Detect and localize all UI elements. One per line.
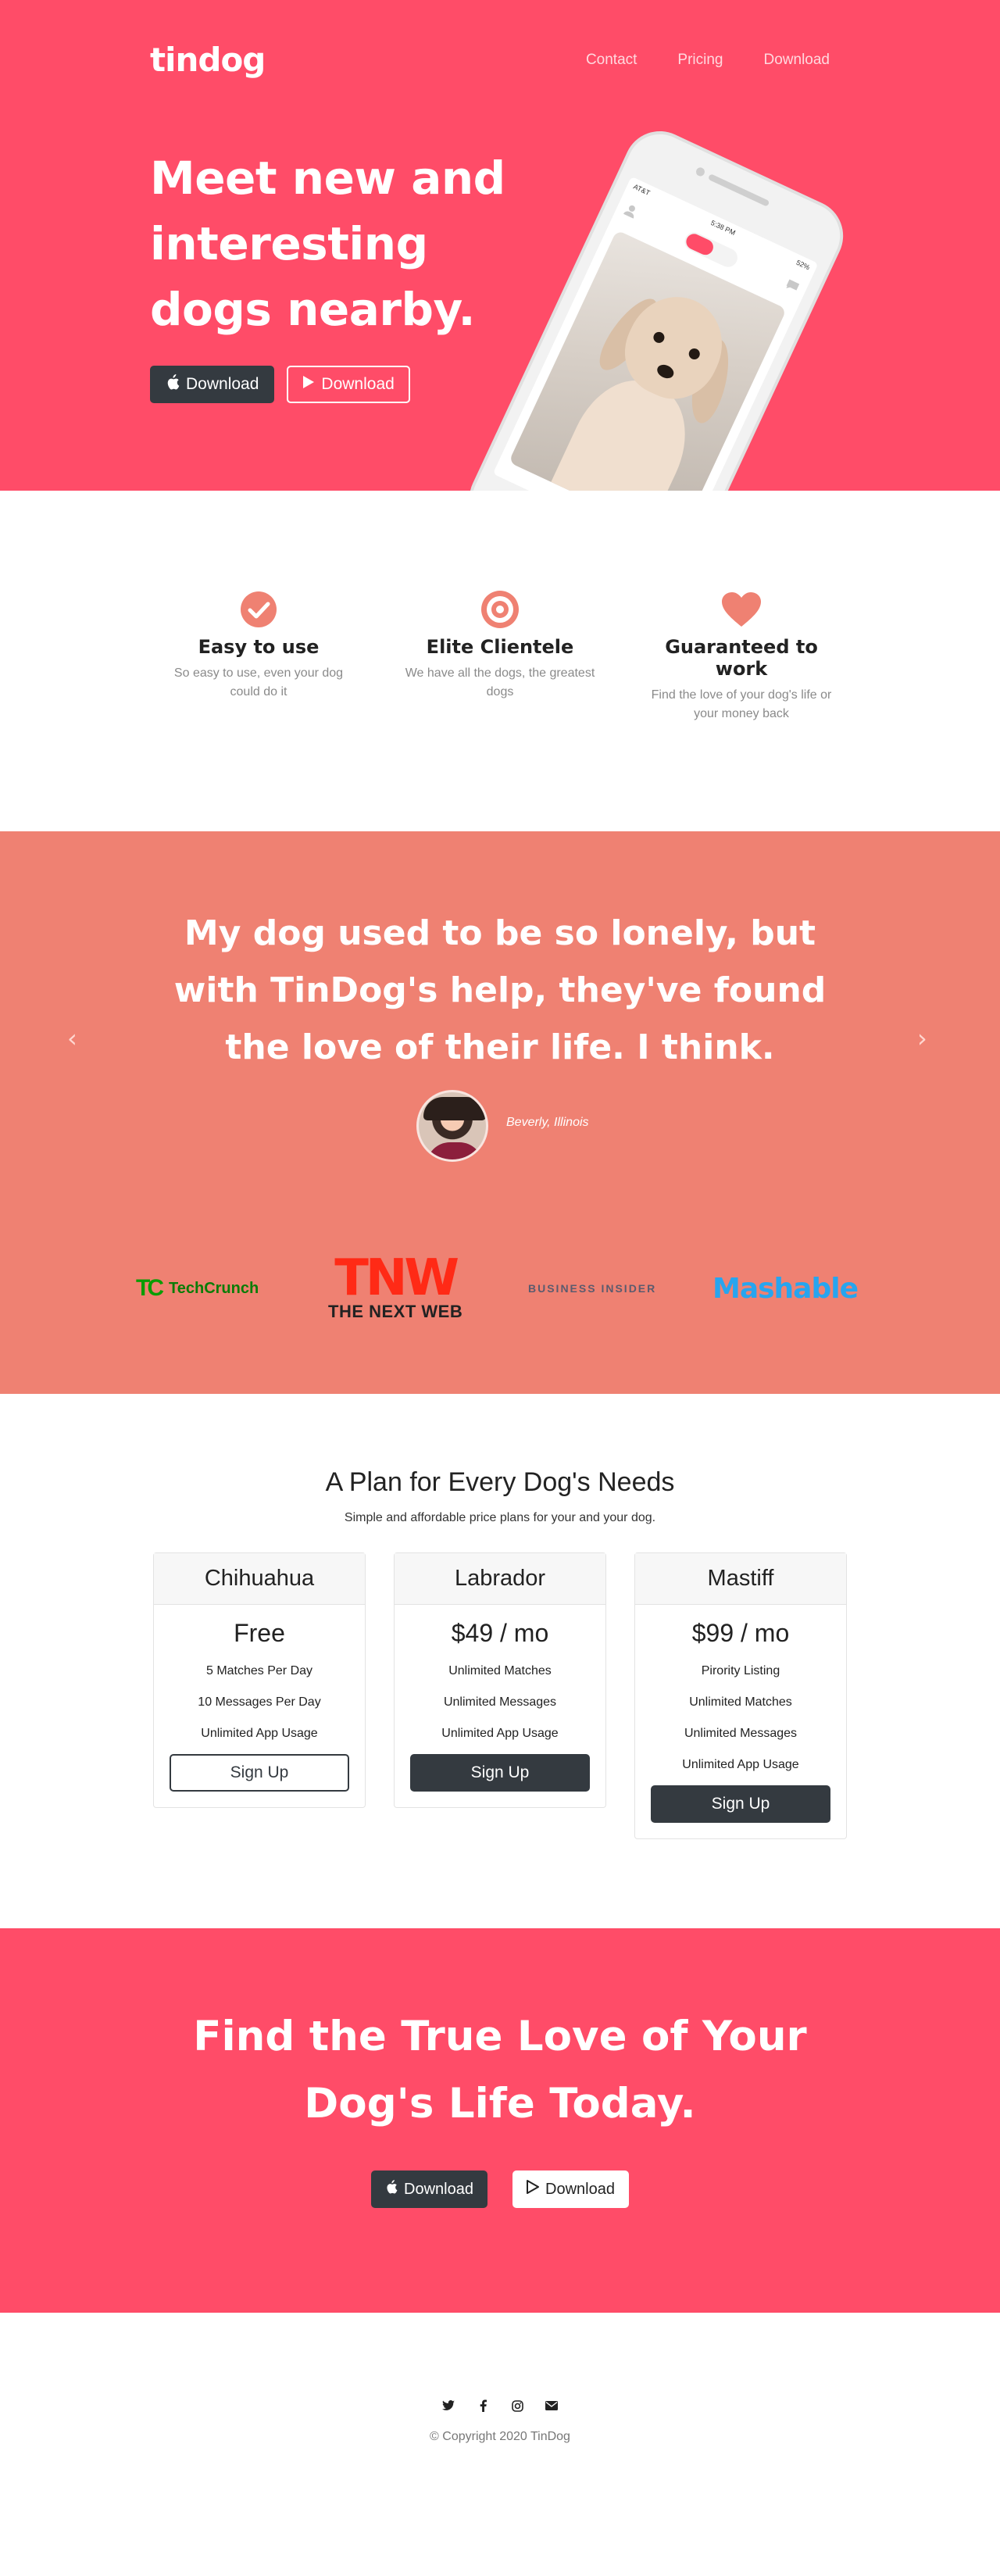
plan-perk: Unlimited Messages	[684, 1727, 798, 1740]
top-nav: Contact Pricing Download	[586, 52, 830, 69]
feature-text: Find the love of your dog's life or your…	[651, 688, 832, 720]
twitter-icon[interactable]	[441, 2399, 455, 2413]
pricing-title: A Plan for Every Dog's Needs	[325, 1467, 675, 1497]
play-store-icon	[527, 2180, 539, 2199]
apple-download-button[interactable]: Download	[371, 2170, 488, 2208]
features-section: Easy to use So easy to use, even your do…	[0, 491, 1000, 831]
plan-perk: 10 Messages Per Day	[198, 1695, 321, 1709]
hero-download-buttons: Download Download	[150, 366, 410, 403]
chihuahua-sign-up-button[interactable]: Sign Up	[170, 1754, 349, 1792]
play-download-label: Download	[545, 2180, 615, 2198]
feature-text: So easy to use, even your dog could do i…	[173, 666, 344, 698]
plan-body: Free 5 Matches Per Day 10 Messages Per D…	[154, 1605, 365, 1807]
nav-download-link[interactable]: Download	[764, 52, 830, 69]
business-insider-logo: BUSINESS INSIDER	[528, 1282, 657, 1295]
plan-perk: Unlimited Messages	[443, 1695, 557, 1709]
techcrunch-mark: TC	[136, 1275, 164, 1301]
play-download-button[interactable]: Download	[287, 366, 410, 403]
hero-section: tindog Contact Pricing Download Meet new…	[0, 0, 1000, 491]
chevron-left-icon[interactable]: ‹	[67, 1024, 77, 1053]
techcrunch-logo: TC TechCrunch	[136, 1253, 259, 1324]
pricing-section: A Plan for Every Dog's Needs Simple and …	[0, 1394, 1000, 1928]
feature-title: Guaranteed to work	[665, 636, 818, 680]
plan-perk: Unlimited App Usage	[441, 1727, 559, 1740]
labrador-sign-up-button[interactable]: Sign Up	[410, 1754, 590, 1792]
bullseye-icon	[398, 589, 602, 630]
chat-icon	[783, 277, 801, 297]
facebook-icon[interactable]	[476, 2399, 490, 2413]
pricing-subtitle: Simple and affordable price plans for yo…	[344, 1511, 656, 1524]
plan-price: $49 / mo	[451, 1619, 549, 1647]
hero-title: Meet new and interesting dogs nearby.	[150, 152, 505, 336]
plan-card-chihuahua: Chihuahua Free 5 Matches Per Day 10 Mess…	[153, 1552, 366, 1808]
tnw-name: THE NEXT WEB	[328, 1302, 463, 1321]
feature-guaranteed: Guaranteed to work Find the love of your…	[640, 589, 843, 723]
testimonial-section: ‹ › My dog used to be so lonely, but wit…	[0, 831, 1000, 1394]
apple-download-label: Download	[404, 2180, 473, 2198]
plan-price: Free	[234, 1619, 285, 1647]
cta-title: Find the True Love of Your Dog's Life To…	[193, 2013, 807, 2128]
heart-icon	[640, 589, 843, 630]
apple-download-button[interactable]: Download	[150, 366, 275, 403]
nav-contact-link[interactable]: Contact	[586, 52, 637, 69]
techcrunch-name: TechCrunch	[169, 1279, 259, 1297]
plan-name: Chihuahua	[154, 1553, 365, 1605]
tnw-logo: TNW THE NEXT WEB	[328, 1253, 462, 1324]
feature-text: We have all the dogs, the greatest dogs	[405, 666, 595, 698]
footer: © Copyright 2020 TinDog	[0, 2313, 1000, 2576]
feature-title: Easy to use	[198, 636, 320, 658]
play-download-label: Download	[321, 375, 395, 393]
feature-title: Elite Clientele	[426, 636, 574, 658]
check-circle-icon	[157, 589, 360, 630]
plan-name: Labrador	[395, 1553, 605, 1605]
nav-pricing-link[interactable]: Pricing	[677, 52, 723, 69]
phone-battery: 52%	[795, 258, 812, 272]
cta-download-buttons: Download Download	[0, 2170, 1000, 2208]
instagram-icon[interactable]	[510, 2399, 524, 2413]
feature-easy-to-use: Easy to use So easy to use, even your do…	[157, 589, 360, 702]
plan-perk: Unlimited App Usage	[682, 1758, 799, 1771]
mastiff-sign-up-button[interactable]: Sign Up	[651, 1785, 830, 1823]
testimonial-quote: My dog used to be so lonely, but with Ti…	[173, 913, 827, 1067]
apple-icon	[166, 374, 180, 395]
plan-perk: Unlimited Matches	[448, 1664, 552, 1677]
plan-price: $99 / mo	[691, 1619, 790, 1647]
testimonial-avatar	[416, 1090, 488, 1162]
profile-icon	[621, 202, 639, 222]
chevron-right-icon[interactable]: ›	[917, 1024, 927, 1053]
plan-body: $99 / mo Pirority Listing Unlimited Matc…	[635, 1605, 846, 1838]
plan-perk: 5 Matches Per Day	[205, 1664, 313, 1677]
plan-perk: Unlimited Matches	[689, 1695, 792, 1709]
tnw-mark: TNW	[334, 1249, 459, 1307]
apple-icon	[385, 2180, 398, 2199]
plan-perk: Pirority Listing	[701, 1664, 780, 1677]
play-store-icon	[302, 375, 315, 394]
plan-card-labrador: Labrador $49 / mo Unlimited Matches Unli…	[394, 1552, 606, 1808]
plan-perk: Unlimited App Usage	[201, 1727, 318, 1740]
testimonial-author: Beverly, Illinois	[506, 1116, 589, 1129]
social-links	[0, 2399, 1000, 2413]
cta-section: Find the True Love of Your Dog's Life To…	[0, 1928, 1000, 2313]
brand-logo[interactable]: tindog	[150, 41, 266, 79]
plan-name: Mastiff	[635, 1553, 846, 1605]
plan-body: $49 / mo Unlimited Matches Unlimited Mes…	[395, 1605, 605, 1807]
copyright-text: © Copyright 2020 TinDog	[430, 2430, 570, 2443]
apple-download-label: Download	[186, 375, 259, 393]
feature-elite-clientele: Elite Clientele We have all the dogs, th…	[398, 589, 602, 702]
plan-card-mastiff: Mastiff $99 / mo Pirority Listing Unlimi…	[634, 1552, 847, 1839]
mashable-logo: Mashable	[712, 1272, 859, 1305]
envelope-icon[interactable]	[545, 2399, 559, 2413]
play-download-button[interactable]: Download	[512, 2170, 629, 2208]
